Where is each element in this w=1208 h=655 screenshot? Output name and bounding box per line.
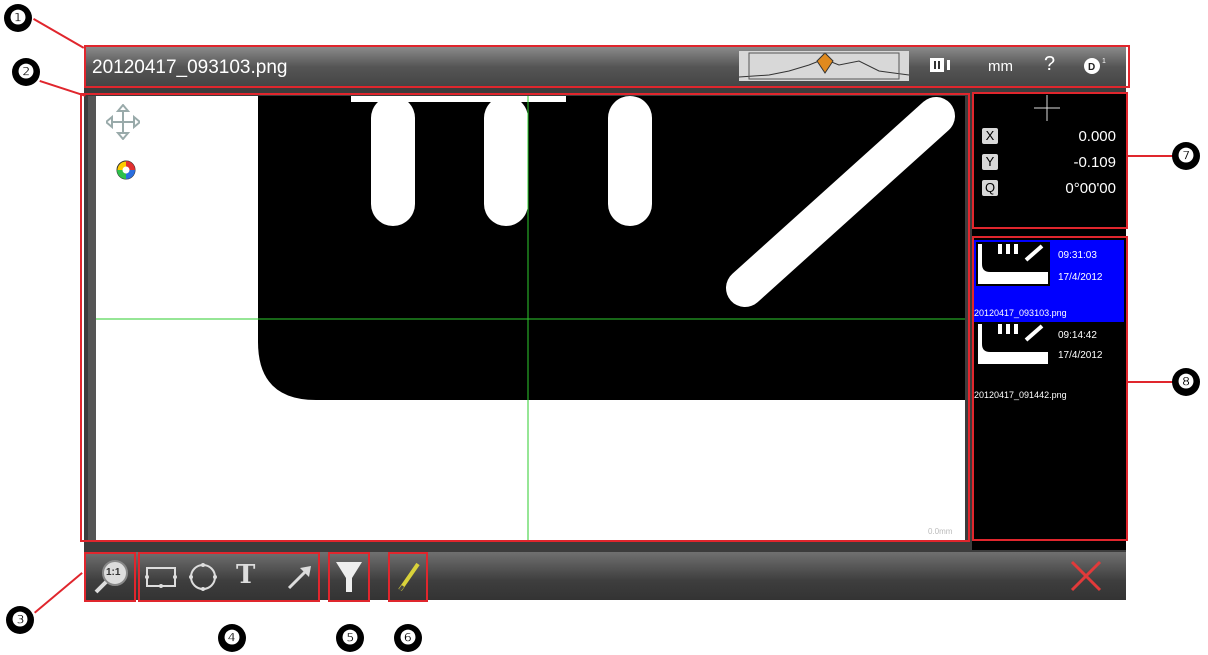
callout-marker-6: ❻ — [394, 624, 422, 652]
callout-box-8 — [972, 236, 1128, 541]
callout-marker-8: ❽ — [1172, 368, 1200, 396]
callout-box-5 — [328, 552, 370, 602]
callout-box-6 — [388, 552, 428, 602]
callout-marker-7: ❼ — [1172, 142, 1200, 170]
callout-marker-1: ❶ — [4, 4, 32, 32]
callout-line-1 — [33, 18, 85, 49]
callout-box-1 — [84, 45, 1130, 88]
callout-line-2 — [39, 80, 86, 97]
callout-marker-3: ❸ — [6, 606, 34, 634]
callout-line-8 — [1126, 381, 1174, 383]
callout-marker-4: ❹ — [218, 624, 246, 652]
callout-line-7 — [1126, 155, 1174, 157]
callout-line-3 — [34, 572, 83, 614]
callout-box-3 — [84, 552, 136, 602]
callout-box-7 — [972, 92, 1128, 229]
callout-box-2 — [80, 93, 970, 542]
callout-marker-2: ❷ — [12, 58, 40, 86]
callout-marker-5: ❺ — [336, 624, 364, 652]
callout-box-4 — [138, 552, 320, 602]
close-icon[interactable] — [1066, 556, 1106, 596]
